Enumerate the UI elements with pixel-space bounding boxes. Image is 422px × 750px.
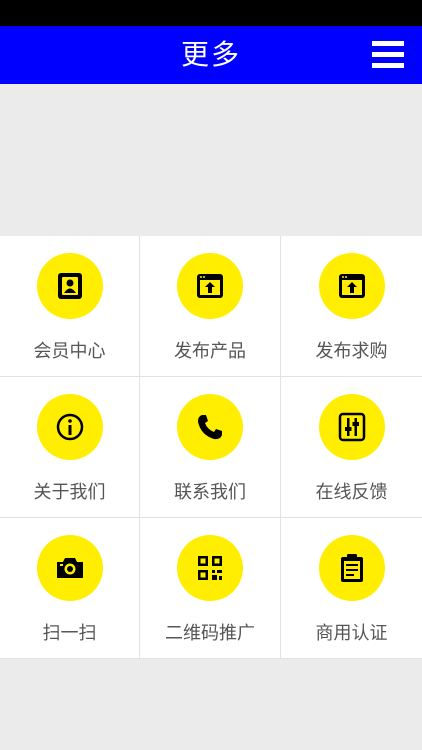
grid-item-label: 发布求购 [315, 341, 388, 362]
sliders-icon [318, 394, 385, 460]
grid-item-label: 发布产品 [174, 341, 246, 362]
grid-item-label: 会员中心 [33, 341, 106, 362]
upload-window-icon [318, 253, 385, 319]
camera-icon [36, 535, 103, 601]
info-icon [36, 394, 103, 460]
feature-grid: 会员中心 发布产品 发布求购 关于我们 联系我们 在线反馈 扫一扫 二维码推广 … [0, 236, 422, 659]
qr-code-icon [177, 535, 243, 601]
grid-item-scan[interactable]: 扫一扫 [0, 518, 140, 659]
phone-icon [177, 394, 243, 460]
grid-item-publish-purchase[interactable]: 发布求购 [281, 236, 422, 377]
grid-item-qr-promotion[interactable]: 二维码推广 [140, 518, 281, 659]
grid-item-publish-product[interactable]: 发布产品 [140, 236, 281, 377]
grid-item-business-certification[interactable]: 商用认证 [281, 518, 422, 659]
grid-item-label: 关于我们 [33, 482, 106, 503]
member-card-icon [36, 253, 103, 319]
grid-item-online-feedback[interactable]: 在线反馈 [281, 377, 422, 518]
grid-item-label: 联系我们 [174, 482, 246, 503]
app-header: 更多 [0, 26, 422, 84]
status-bar [0, 0, 422, 26]
grid-item-label: 在线反馈 [315, 482, 388, 503]
grid-item-contact-us[interactable]: 联系我们 [140, 377, 281, 518]
grid-item-about-us[interactable]: 关于我们 [0, 377, 140, 518]
grid-item-label: 商用认证 [315, 623, 388, 644]
hamburger-menu-icon[interactable] [372, 41, 404, 69]
page-title: 更多 [180, 38, 241, 71]
grid-item-label: 扫一扫 [42, 623, 97, 644]
upload-window-icon [177, 253, 243, 319]
banner-area [0, 84, 422, 236]
grid-item-member-center[interactable]: 会员中心 [0, 236, 140, 377]
clipboard-icon [318, 535, 385, 601]
grid-item-label: 二维码推广 [165, 623, 255, 644]
